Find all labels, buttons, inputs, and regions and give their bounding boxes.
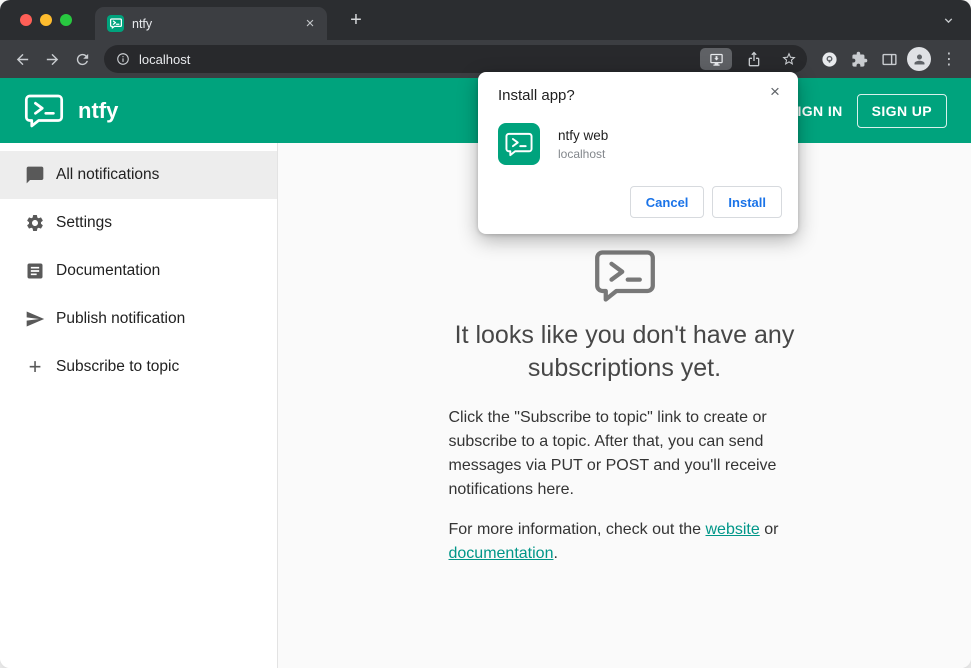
sidebar-item-publish-notification[interactable]: Publish notification — [0, 295, 277, 343]
documentation-link[interactable]: documentation — [449, 545, 554, 562]
extension-password-icon[interactable] — [815, 45, 843, 73]
reload-button[interactable] — [68, 45, 96, 73]
install-app-button[interactable] — [700, 48, 732, 70]
website-link[interactable]: website — [706, 521, 760, 538]
empty-state-info: For more information, check out the webs… — [449, 518, 801, 566]
empty-state-text: Click the "Subscribe to topic" link to c… — [449, 406, 801, 566]
sidebar-item-documentation[interactable]: Documentation — [0, 247, 277, 295]
dialog-app-row: ntfy web localhost — [498, 123, 782, 165]
sidebar-item-label: Settings — [56, 214, 113, 231]
tab-search-chevron-icon[interactable] — [942, 14, 955, 27]
header-actions: SIGN IN SIGN UP — [788, 78, 947, 143]
sidebar-item-label: All notifications — [56, 166, 160, 183]
cancel-button[interactable]: Cancel — [629, 186, 705, 218]
empty-state-paragraph: Click the "Subscribe to topic" link to c… — [448, 409, 777, 498]
dialog-app-name: ntfy web — [558, 127, 609, 143]
info-text-prefix: For more information, check out the — [448, 521, 706, 538]
install-app-dialog: Install app? × ntfy web localhost Cancel… — [478, 72, 798, 234]
ntfy-logo-large-icon — [594, 249, 656, 303]
share-icon[interactable] — [741, 46, 767, 72]
sidebar-item-all-notifications[interactable]: All notifications — [0, 151, 277, 199]
ntfy-logo-icon — [24, 94, 64, 128]
tab-close-icon[interactable]: × — [301, 15, 319, 33]
profile-avatar[interactable] — [907, 47, 931, 71]
dialog-app-meta: ntfy web localhost — [558, 128, 608, 161]
ntfy-app-icon — [498, 123, 540, 165]
address-text: localhost — [139, 51, 191, 67]
info-text-middle: or — [759, 521, 779, 538]
dialog-app-origin: localhost — [558, 146, 606, 161]
address-bar[interactable]: localhost — [104, 45, 807, 73]
browser-menu-icon[interactable]: ⋮ — [935, 45, 963, 73]
minimize-window-button[interactable] — [40, 14, 52, 26]
sidebar-item-subscribe-to-topic[interactable]: + Subscribe to topic — [0, 343, 277, 391]
browser-titlebar: ntfy × + — [0, 0, 971, 40]
browser-tab[interactable]: ntfy × — [95, 7, 327, 40]
forward-button[interactable] — [38, 45, 66, 73]
dialog-close-icon[interactable]: × — [765, 82, 785, 102]
sidebar-item-label: Subscribe to topic — [56, 358, 180, 375]
empty-state-title: It looks like you don't have any subscri… — [454, 321, 795, 382]
sidebar-item-settings[interactable]: Settings — [0, 199, 277, 247]
sign-up-button[interactable]: SIGN UP — [856, 93, 947, 128]
tab-title: ntfy — [132, 16, 153, 31]
dialog-title: Install app? — [498, 87, 575, 104]
side-panel-icon[interactable] — [875, 45, 903, 73]
back-button[interactable] — [8, 45, 36, 73]
info-text-suffix: . — [553, 545, 558, 562]
article-icon — [23, 259, 47, 283]
app-title: ntfy — [78, 97, 119, 123]
sidebar-item-label: Documentation — [56, 262, 161, 279]
chat-icon — [23, 163, 47, 187]
ntfy-favicon — [107, 15, 124, 32]
extensions-puzzle-icon[interactable] — [845, 45, 873, 73]
gear-icon — [23, 211, 47, 235]
bookmark-star-icon[interactable] — [776, 46, 802, 72]
sidebar-item-label: Publish notification — [56, 310, 186, 327]
site-info-icon[interactable] — [116, 52, 130, 66]
browser-window: ntfy × + localhost ⋮ ntfy SIGN IN SIGN U… — [0, 0, 971, 668]
fullscreen-window-button[interactable] — [60, 14, 72, 26]
dialog-actions: Cancel Install — [498, 186, 782, 218]
install-button[interactable]: Install — [712, 186, 782, 218]
window-controls — [20, 14, 72, 26]
sidebar: All notifications Settings Documentation… — [0, 143, 278, 668]
plus-icon: + — [28, 354, 42, 379]
close-window-button[interactable] — [20, 14, 32, 26]
send-icon — [23, 307, 47, 331]
new-tab-button[interactable]: + — [342, 7, 370, 35]
